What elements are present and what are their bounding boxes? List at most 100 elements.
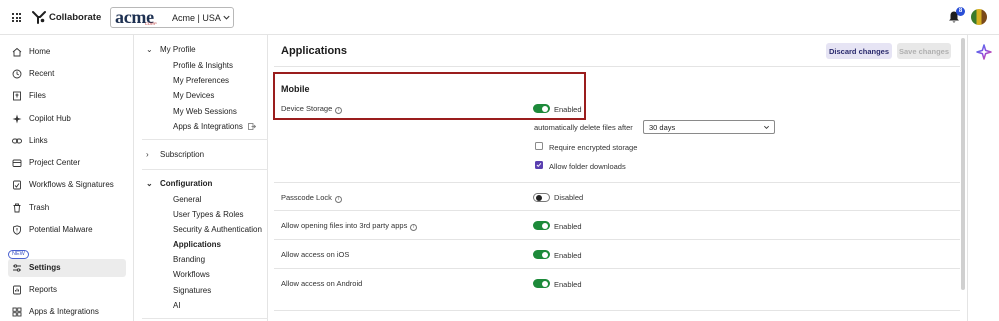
collaborate-logo-icon — [32, 11, 46, 24]
setting-label: Passcode Lock — [281, 193, 332, 202]
main-content: Applications Discard changes Save change… — [268, 35, 964, 321]
subnav-item-applications[interactable]: Applications — [173, 240, 221, 249]
chevron-down-icon — [223, 15, 230, 20]
subnav-item-label: Apps & Integrations — [173, 122, 243, 131]
chevron-down-icon: ⌄ — [146, 45, 153, 54]
sidebar-item-label: Links — [29, 136, 48, 145]
auto-delete-label: automatically delete files after — [534, 123, 633, 132]
require-encrypted-label: Require encrypted storage — [549, 143, 638, 152]
checkmark-icon — [536, 163, 542, 168]
divider — [274, 182, 960, 183]
file-icon — [13, 91, 21, 101]
sidebar-item-label: Potential Malware — [29, 225, 93, 234]
ios-access-status: Enabled — [554, 251, 582, 260]
discard-changes-button[interactable]: Discard changes — [826, 43, 892, 59]
allow-folder-downloads-label: Allow folder downloads — [549, 162, 626, 171]
subnav-group-configuration[interactable]: ⌄ Configuration — [146, 179, 212, 188]
chevron-down-icon: ⌄ — [146, 179, 153, 188]
subnav-item-branding[interactable]: Branding — [173, 255, 205, 264]
third-party-apps-toggle[interactable] — [533, 221, 550, 230]
sidebar-item-settings[interactable]: Settings — [8, 259, 126, 277]
info-icon[interactable]: i — [334, 196, 342, 203]
group-title: Configuration — [160, 179, 213, 188]
sidebar-item-label: Settings — [29, 263, 61, 272]
subnav-group-my-profile[interactable]: ⌄ My Profile — [146, 45, 196, 54]
passcode-lock-label: Passcode Lock i — [281, 193, 342, 203]
top-bar: Collaborate acme CORP Acme | USA 8 — [0, 0, 999, 35]
divider — [274, 310, 960, 311]
android-access-label: Allow access on Android — [281, 279, 363, 288]
sidebar-item-reports[interactable]: Reports — [8, 281, 126, 299]
subnav-item-workflows[interactable]: Workflows — [173, 270, 210, 279]
allow-folder-downloads-checkbox[interactable] — [535, 161, 543, 169]
tenant-switcher[interactable]: acme CORP Acme | USA — [110, 7, 234, 28]
subnav-item-ai[interactable]: AI — [173, 301, 181, 310]
subnav-group-subscription[interactable]: › Subscription — [146, 150, 204, 159]
subnav-item-apps-integrations[interactable]: Apps & Integrations — [173, 122, 257, 131]
page-title: Applications — [281, 45, 348, 57]
sidebar-item-label: Files — [29, 91, 46, 100]
app-launcher-icon[interactable] — [12, 13, 21, 22]
setting-label: Allow opening files into 3rd party apps — [281, 221, 408, 230]
external-link-icon — [248, 123, 257, 130]
divider — [142, 169, 268, 170]
sidebar-item-workflows-signatures[interactable]: Workflows & Signatures — [8, 176, 126, 194]
acme-logo-subtext: CORP — [145, 21, 157, 26]
third-party-apps-status: Enabled — [554, 222, 582, 231]
group-title: Subscription — [160, 150, 205, 159]
chevron-right-icon: › — [146, 150, 149, 159]
tenant-name: Acme | USA — [172, 13, 221, 23]
shield-icon — [13, 225, 21, 235]
sidebar-item-copilot-hub[interactable]: Copilot Hub — [8, 110, 126, 128]
subnav-item-user-types-roles[interactable]: User Types & Roles — [173, 210, 244, 219]
project-icon — [12, 159, 22, 167]
auto-delete-select[interactable]: 30 days — [643, 120, 775, 134]
sidebar-item-label: Trash — [29, 203, 50, 212]
sidebar-item-trash[interactable]: Trash — [8, 199, 126, 217]
sidebar-item-label: Workflows & Signatures — [29, 180, 114, 189]
android-access-status: Enabled — [554, 280, 582, 289]
copilot-icon — [12, 114, 22, 124]
save-changes-button[interactable]: Save changes — [897, 43, 951, 59]
app-name: Collaborate — [49, 12, 102, 23]
group-title: My Profile — [160, 45, 196, 54]
android-access-toggle[interactable] — [533, 279, 550, 288]
passcode-lock-toggle[interactable] — [533, 193, 550, 202]
chevron-down-icon — [764, 125, 769, 129]
ios-access-label: Allow access on iOS — [281, 250, 350, 259]
link-icon — [12, 138, 22, 144]
right-rail — [967, 35, 999, 321]
divider — [274, 210, 960, 211]
subnav-item-general[interactable]: General — [173, 195, 201, 204]
user-avatar[interactable] — [971, 9, 987, 25]
sidebar-item-label: Apps & Integrations — [29, 307, 99, 316]
sidebar-item-links[interactable]: Links — [8, 132, 126, 150]
subnav-item-signatures[interactable]: Signatures — [173, 286, 211, 295]
settings-icon — [13, 264, 21, 272]
subnav-item-my-web-sessions[interactable]: My Web Sessions — [173, 107, 237, 116]
subnav-item-my-devices[interactable]: My Devices — [173, 91, 214, 100]
sidebar-item-recent[interactable]: Recent — [8, 65, 126, 83]
sidebar-item-home[interactable]: Home — [8, 43, 126, 61]
sidebar-item-files[interactable]: Files — [8, 87, 126, 105]
ai-sparkle-icon[interactable] — [976, 44, 992, 60]
require-encrypted-checkbox[interactable] — [535, 142, 543, 150]
subnav-item-profile-insights[interactable]: Profile & Insights — [173, 61, 233, 70]
divider — [274, 66, 960, 67]
new-badge: NEW — [8, 250, 29, 259]
subnav-item-my-preferences[interactable]: My Preferences — [173, 76, 229, 85]
sidebar-item-potential-malware[interactable]: Potential Malware — [8, 221, 126, 239]
sidebar-item-label: Home — [29, 47, 51, 56]
divider — [142, 139, 268, 140]
passcode-lock-status: Disabled — [554, 193, 584, 202]
sidebar-item-apps-integrations[interactable]: Apps & Integrations — [8, 303, 126, 321]
info-icon[interactable]: i — [410, 224, 418, 231]
sidebar-item-label: Reports — [29, 285, 58, 294]
ios-access-toggle[interactable] — [533, 250, 550, 259]
subnav-item-security-authentication[interactable]: Security & Authentication — [173, 225, 262, 234]
sidebar-item-project-center[interactable]: Project Center — [8, 154, 126, 172]
scrollbar-thumb[interactable] — [961, 38, 965, 290]
notification-badge: 8 — [956, 7, 965, 16]
settings-subnav: ⌄ My Profile Profile & Insights My Prefer… — [134, 35, 268, 321]
sidebar-item-label: Project Center — [29, 158, 81, 167]
